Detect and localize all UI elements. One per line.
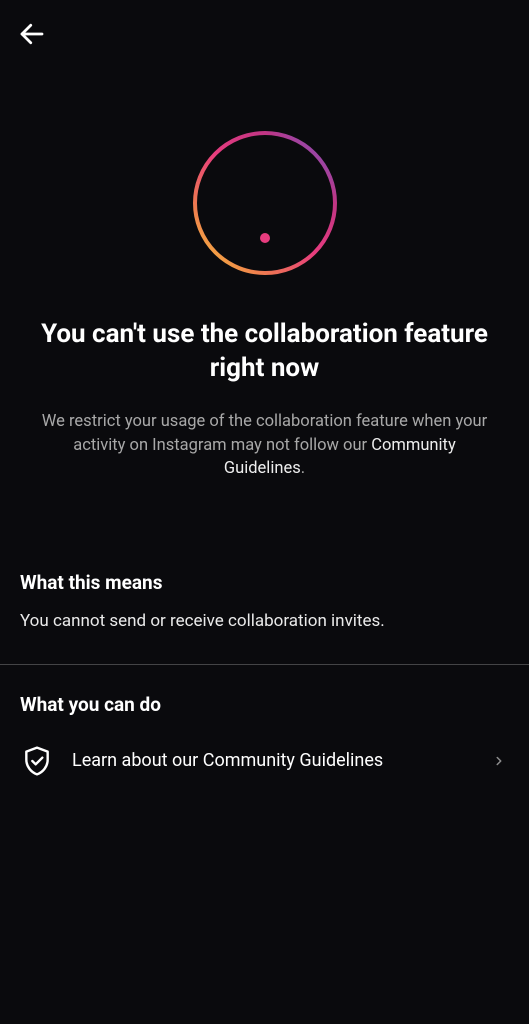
page-title: You can't use the collaboration feature … — [28, 318, 501, 386]
header — [0, 0, 529, 68]
subtitle-suffix: . — [301, 459, 305, 478]
divider — [0, 664, 529, 665]
alert-icon — [190, 128, 340, 278]
action-label: Learn about our Community Guidelines — [72, 749, 471, 773]
page-subtitle: We restrict your usage of the collaborat… — [28, 410, 501, 482]
shield-check-icon — [20, 744, 54, 778]
what-this-means-section: What this means You cannot send or recei… — [0, 571, 529, 634]
arrow-left-icon — [17, 19, 47, 49]
back-button[interactable] — [16, 18, 48, 50]
what-you-can-do-section: What you can do Learn about our Communit… — [0, 693, 529, 784]
learn-guidelines-row[interactable]: Learn about our Community Guidelines — [20, 738, 509, 784]
section-body-means: You cannot send or receive collaboration… — [20, 610, 509, 634]
hero-section: You can't use the collaboration feature … — [0, 68, 529, 501]
section-heading-means: What this means — [20, 571, 509, 594]
section-heading-do: What you can do — [20, 693, 509, 716]
chevron-right-icon — [489, 751, 509, 771]
